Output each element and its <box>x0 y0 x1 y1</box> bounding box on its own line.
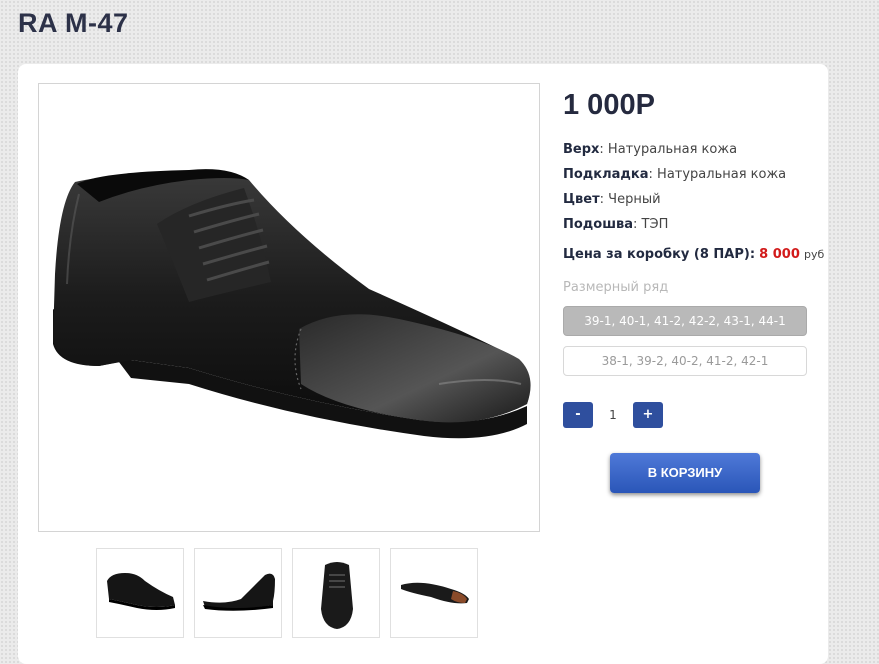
size-option[interactable]: 38-1, 39-2, 40-2, 41-2, 42-1 <box>563 346 807 376</box>
attribute-value: : Натуральная кожа <box>599 142 738 157</box>
attribute-label: Верх <box>563 142 600 157</box>
shoe-side-image <box>203 573 275 611</box>
size-range-label: Размерный ряд <box>563 280 669 295</box>
attribute-label: Подкладка <box>563 167 649 182</box>
thumbnail-1[interactable] <box>96 548 184 638</box>
thumbnail-3[interactable] <box>292 548 380 638</box>
product-price: 1 000Р <box>563 89 655 121</box>
box-price-label: Цена за коробку (8 ПАР): <box>563 247 756 262</box>
attribute-value: : Черный <box>599 192 661 207</box>
quantity-decrease-button[interactable]: - <box>563 402 593 428</box>
attribute-value: : ТЭП <box>633 217 669 232</box>
box-price: Цена за коробку (8 ПАР): 8 000 руб <box>563 247 824 262</box>
main-product-image[interactable] <box>38 83 540 532</box>
size-option-selected[interactable]: 39-1, 40-1, 41-2, 42-2, 43-1, 44-1 <box>563 306 807 336</box>
thumbnail-2[interactable] <box>194 548 282 638</box>
box-price-value: 8 000 <box>759 247 800 262</box>
quantity-increase-button[interactable]: + <box>633 402 663 428</box>
shoe-sole-image <box>401 582 469 604</box>
box-price-currency: руб <box>804 248 825 261</box>
shoe-side-image <box>107 573 175 610</box>
attribute-label: Подошва <box>563 217 634 232</box>
add-to-cart-button[interactable]: В КОРЗИНУ <box>610 453 760 493</box>
attribute-value: : Натуральная кожа <box>648 167 787 182</box>
attribute-color: Цвет: Черный <box>563 192 661 207</box>
attribute-sole: Подошва: ТЭП <box>563 217 668 232</box>
quantity-input[interactable]: 1 <box>593 402 633 428</box>
product-card: 1 000Р Верх: Натуральная кожа Подкладка:… <box>18 64 828 664</box>
attribute-upper: Верх: Натуральная кожа <box>563 142 737 157</box>
attribute-label: Цвет <box>563 192 600 207</box>
shoe-top-image <box>321 562 353 629</box>
shoe-image <box>53 169 531 439</box>
page-title: RA M-47 <box>18 8 129 38</box>
attribute-lining: Подкладка: Натуральная кожа <box>563 167 786 182</box>
thumbnail-4[interactable] <box>390 548 478 638</box>
